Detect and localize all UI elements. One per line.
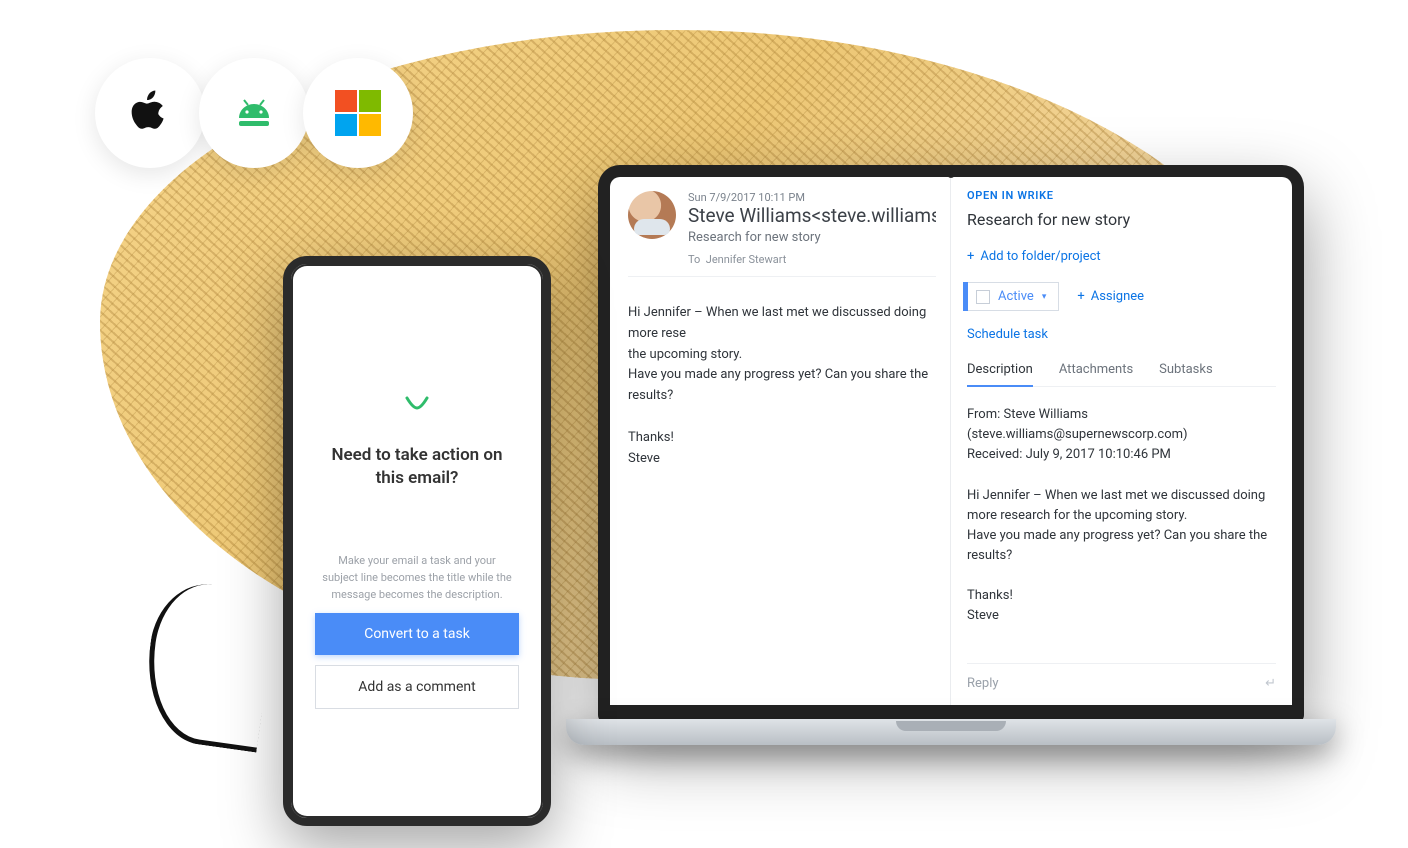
wrike-panel: OPEN IN WRIKE Research for new story +Ad… <box>951 177 1292 705</box>
task-tabs: Description Attachments Subtasks <box>967 356 1276 387</box>
prompt-subtitle: Make your email a task and your subject … <box>321 552 513 603</box>
laptop-base <box>566 719 1336 745</box>
add-assignee-button[interactable]: +Assignee <box>1077 289 1144 304</box>
wrike-logo-icon <box>315 394 519 420</box>
microsoft-icon <box>335 90 381 136</box>
add-to-folder-button[interactable]: +Add to folder/project <box>967 249 1276 264</box>
task-description: From: Steve Williams (steve.williams@sup… <box>967 405 1276 663</box>
status-dropdown[interactable]: Active▾ <box>967 282 1059 311</box>
android-icon <box>229 88 279 138</box>
email-to: To Jennifer Stewart <box>688 253 936 266</box>
convert-to-task-button[interactable]: Convert to a task <box>315 613 519 655</box>
email-panel: Sun 7/9/2017 10:11 PM Steve Williams<ste… <box>610 177 951 705</box>
apple-icon <box>128 87 172 139</box>
caret-down-icon: ▾ <box>1042 292 1047 302</box>
plus-icon: + <box>967 249 974 264</box>
schedule-task-button[interactable]: Schedule task <box>967 327 1276 342</box>
add-as-comment-button[interactable]: Add as a comment <box>315 665 519 709</box>
laptop-notch <box>896 721 1006 731</box>
camera-dot <box>947 170 955 178</box>
email-subject: Research for new story <box>688 230 936 245</box>
platform-icons <box>95 58 407 168</box>
laptop-mock: Sun 7/9/2017 10:11 PM Steve Williams<ste… <box>566 165 1336 805</box>
sender-avatar <box>628 191 676 239</box>
tab-description[interactable]: Description <box>967 356 1033 387</box>
checkbox-icon <box>976 290 990 304</box>
android-chip <box>199 58 309 168</box>
tab-attachments[interactable]: Attachments <box>1059 356 1133 386</box>
prompt-title: Need to take action on this email? <box>325 444 509 490</box>
email-date: Sun 7/9/2017 10:11 PM <box>688 191 936 204</box>
apple-chip <box>95 58 205 168</box>
microsoft-chip <box>303 58 413 168</box>
task-title: Research for new story <box>967 210 1276 229</box>
decorative-arc <box>137 577 278 752</box>
email-from: Steve Williams<steve.williams <box>688 204 936 227</box>
plus-icon: + <box>1077 289 1084 304</box>
phone-mock: Need to take action on this email? Make … <box>283 256 551 826</box>
tab-subtasks[interactable]: Subtasks <box>1159 356 1213 386</box>
reply-input[interactable]: Reply <box>967 676 999 691</box>
email-body: Hi Jennifer – When we last met we discus… <box>628 303 936 469</box>
laptop-screen: Sun 7/9/2017 10:11 PM Steve Williams<ste… <box>598 165 1304 723</box>
enter-icon: ↵ <box>1265 676 1276 691</box>
open-in-wrike-link[interactable]: OPEN IN WRIKE <box>967 189 1276 202</box>
